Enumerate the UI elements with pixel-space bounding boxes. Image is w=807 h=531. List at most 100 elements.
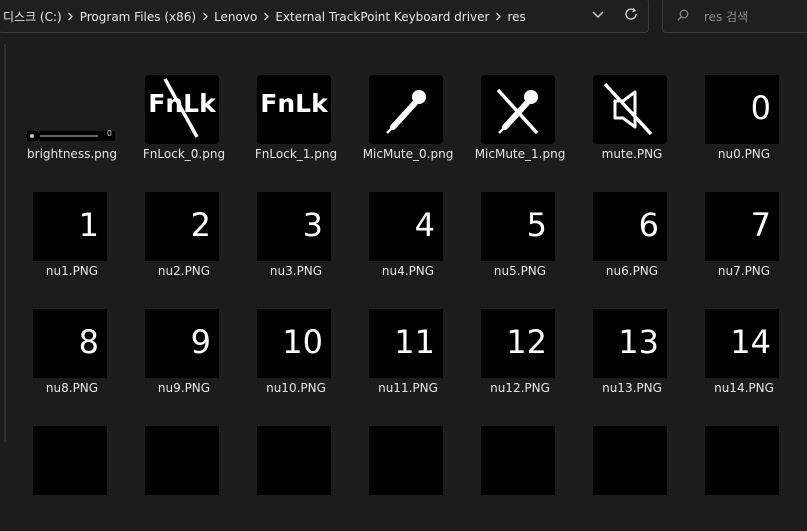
file-item[interactable]: MicMute_0.png — [352, 68, 464, 180]
breadcrumb-item-driver[interactable]: External TrackPoint Keyboard driver — [275, 10, 489, 24]
file-item[interactable] — [688, 419, 800, 531]
number-thumbnail: 7 — [705, 192, 779, 261]
thumbnail-number: 6 — [638, 206, 659, 244]
thumbnail-number: 3 — [302, 206, 323, 244]
thumbnail-number: 2 — [190, 206, 211, 244]
file-name: nu11.PNG — [378, 381, 438, 395]
number-thumbnail: 5 — [481, 192, 555, 261]
number-thumbnail — [593, 426, 667, 495]
fnlock-text: FnLk — [260, 89, 328, 118]
file-name: nu6.PNG — [605, 264, 659, 278]
thumbnail-number: 13 — [618, 323, 659, 361]
thumbnail-number: 1 — [78, 206, 99, 244]
file-item[interactable]: 12 nu12.PNG — [464, 302, 576, 414]
file-item[interactable]: mute.PNG — [576, 68, 688, 180]
number-thumbnail: 9 — [145, 309, 219, 378]
file-item[interactable]: 9 nu9.PNG — [128, 302, 240, 414]
file-name: nu0.PNG — [717, 147, 771, 161]
chevron-right-icon[interactable] — [62, 12, 80, 21]
file-item[interactable]: 2 nu2.PNG — [128, 185, 240, 297]
file-name: nu5.PNG — [493, 264, 547, 278]
refresh-icon[interactable] — [623, 6, 639, 22]
file-name: nu3.PNG — [269, 264, 323, 278]
breadcrumb-item-drive[interactable]: 디스크 (C:) — [3, 8, 62, 25]
address-bar[interactable]: 디스크 (C:) Program Files (x86) Lenovo Exte… — [0, 0, 649, 33]
chevron-right-icon[interactable] — [257, 12, 275, 21]
breadcrumb-item-lenovo[interactable]: Lenovo — [214, 10, 257, 24]
file-item[interactable] — [128, 419, 240, 531]
thumbnail-number: 9 — [190, 323, 211, 361]
file-name: MicMute_1.png — [474, 147, 566, 161]
file-item[interactable]: 4 nu4.PNG — [352, 185, 464, 297]
file-item[interactable]: 5 nu5.PNG — [464, 185, 576, 297]
breadcrumb-item-res[interactable]: res — [507, 10, 525, 24]
thumbnail-number: 0 — [750, 89, 771, 127]
strike-icon — [163, 78, 199, 138]
file-item[interactable]: 3 nu3.PNG — [240, 185, 352, 297]
file-name: nu9.PNG — [157, 381, 211, 395]
file-name: nu8.PNG — [45, 381, 99, 395]
number-thumbnail: 11 — [369, 309, 443, 378]
speaker-mute-icon — [603, 82, 653, 136]
search-placeholder: res 검색 — [704, 10, 749, 24]
file-item[interactable]: 1 nu1.PNG — [16, 185, 128, 297]
toolbar: 디스크 (C:) Program Files (x86) Lenovo Exte… — [0, 0, 807, 33]
file-name: brightness.png — [27, 147, 117, 161]
number-thumbnail: 2 — [145, 192, 219, 261]
file-item[interactable] — [576, 419, 688, 531]
number-thumbnail — [33, 426, 107, 495]
microphone-icon — [386, 90, 426, 134]
fnlock-on-thumbnail: FnLk — [257, 75, 331, 144]
thumbnail-number: 11 — [394, 323, 435, 361]
sun-icon — [30, 134, 98, 138]
microphone-icon — [496, 88, 539, 135]
thumbnail-number: 10 — [282, 323, 323, 361]
file-item[interactable]: FnLk FnLock_1.png — [240, 68, 352, 180]
chevron-right-icon[interactable] — [489, 12, 507, 21]
file-name: nu4.PNG — [381, 264, 435, 278]
file-item[interactable]: 10 nu10.PNG — [240, 302, 352, 414]
number-thumbnail: 3 — [257, 192, 331, 261]
number-thumbnail: 8 — [33, 309, 107, 378]
file-item[interactable]: FnLk FnLock_0.png — [128, 68, 240, 180]
file-name: mute.PNG — [601, 147, 663, 161]
file-item[interactable]: MicMute_1.png — [464, 68, 576, 180]
file-item[interactable] — [16, 419, 128, 531]
file-item[interactable]: 7 nu7.PNG — [688, 185, 800, 297]
file-item[interactable] — [352, 419, 464, 531]
file-name: MicMute_0.png — [362, 147, 454, 161]
thumbnail-number: 12 — [506, 323, 547, 361]
number-thumbnail: 1 — [33, 192, 107, 261]
scroll-edge — [4, 44, 6, 442]
file-item[interactable] — [464, 419, 576, 531]
thumbnail-number: 8 — [78, 323, 99, 361]
file-item[interactable]: 8 nu8.PNG — [16, 302, 128, 414]
file-item[interactable]: 14 nu14.PNG — [688, 302, 800, 414]
number-thumbnail — [481, 426, 555, 495]
number-thumbnail: 0 — [705, 75, 779, 144]
file-name: nu1.PNG — [45, 264, 99, 278]
breadcrumb-item-program-files[interactable]: Program Files (x86) — [80, 10, 196, 24]
chevron-down-icon[interactable] — [591, 7, 605, 21]
file-item[interactable]: 13 nu13.PNG — [576, 302, 688, 414]
number-thumbnail — [145, 426, 219, 495]
file-name: nu7.PNG — [717, 264, 771, 278]
fnlock-off-thumbnail: FnLk — [145, 75, 219, 144]
file-item[interactable]: 0 brightness.png — [16, 68, 128, 180]
speaker-mute-thumbnail — [593, 75, 667, 144]
number-thumbnail: 4 — [369, 192, 443, 261]
thumbnail-number: 5 — [526, 206, 547, 244]
file-item[interactable]: 6 nu6.PNG — [576, 185, 688, 297]
number-thumbnail: 6 — [593, 192, 667, 261]
search-box[interactable]: res 검색 — [662, 0, 807, 33]
file-item[interactable]: 0 nu0.PNG — [688, 68, 800, 180]
file-name: FnLock_1.png — [254, 147, 338, 161]
brightness-value: 0 — [106, 129, 112, 138]
file-item[interactable]: 11 nu11.PNG — [352, 302, 464, 414]
file-name: nu13.PNG — [602, 381, 662, 395]
file-item[interactable] — [240, 419, 352, 531]
chevron-right-icon[interactable] — [196, 12, 214, 21]
thumbnail-number: 14 — [730, 323, 771, 361]
breadcrumb: 디스크 (C:) Program Files (x86) Lenovo Exte… — [3, 8, 526, 25]
number-thumbnail: 12 — [481, 309, 555, 378]
